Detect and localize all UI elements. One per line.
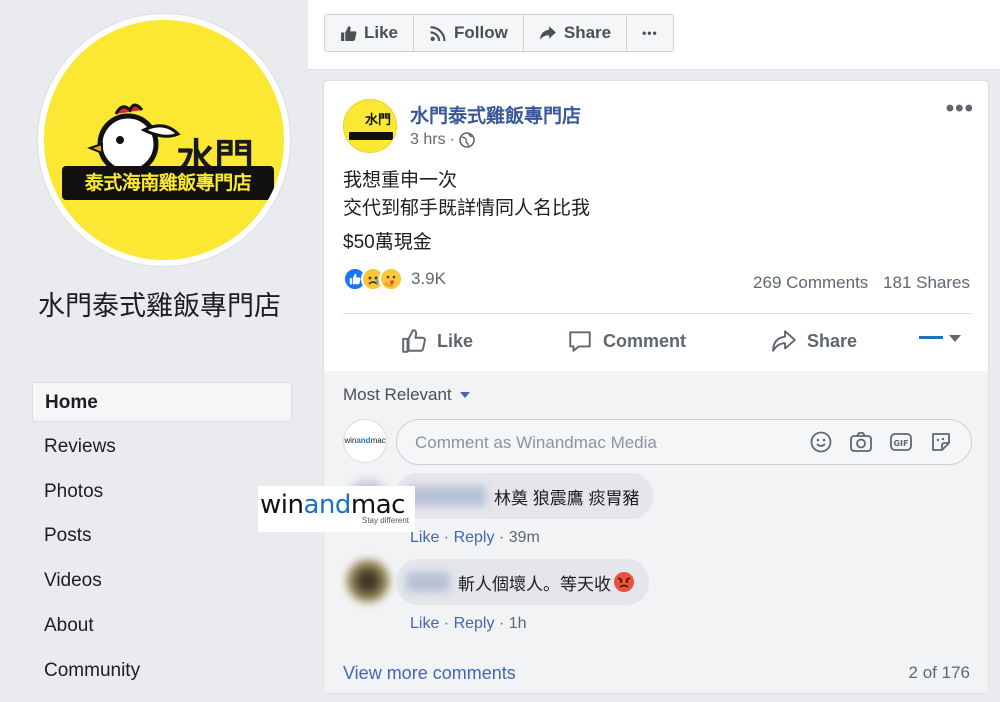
svg-text:GIF: GIF xyxy=(893,439,908,448)
nav-item-posts[interactable]: Posts xyxy=(32,516,292,556)
thumbs-up-icon xyxy=(341,25,357,41)
commenter-avatar-blurred[interactable] xyxy=(346,559,390,603)
commenter-name-blurred[interactable] xyxy=(406,572,450,592)
comments-section: Most Relevant winandmac GIF 林奠 狼震鷹 痰胃豬 L… xyxy=(324,371,988,693)
post-time[interactable]: 3 hrs xyxy=(410,131,446,149)
post-line: $50萬現金 xyxy=(343,232,432,253)
share-outline-icon xyxy=(772,330,796,352)
angry-emoji-icon xyxy=(614,572,634,592)
post-comment-button[interactable]: Comment xyxy=(567,328,686,354)
avatar-logo-text: 水門 xyxy=(365,113,392,128)
emoji-icon[interactable] xyxy=(809,430,833,454)
me-avatar-text-a: win xyxy=(344,436,357,445)
thumbs-up-outline-icon xyxy=(402,329,426,353)
post-action-row: Like Comment Share xyxy=(343,315,971,367)
comment-box[interactable]: GIF xyxy=(396,419,972,465)
post-card: 水門 水門泰式雞飯專門店 3 hrs · ••• 我想重申一次 交代到郁手既詳情… xyxy=(323,80,989,694)
current-user-avatar[interactable]: winandmac xyxy=(343,419,387,463)
page-like-label: Like xyxy=(364,23,399,42)
post-like-button[interactable]: Like xyxy=(401,328,473,354)
post-comment-label: Comment xyxy=(603,330,687,351)
comment-bubble-icon xyxy=(569,331,591,352)
post-like-label: Like xyxy=(437,330,474,351)
sort-label: Most Relevant xyxy=(343,385,452,404)
watermark-tagline: Stay different xyxy=(362,516,409,525)
comment-bubble: 斬人個壞人。等天收 xyxy=(396,559,649,605)
post-options-button[interactable]: ••• xyxy=(946,95,974,123)
caret-down-icon xyxy=(459,392,470,398)
nav-item-reviews[interactable]: Reviews xyxy=(32,427,292,467)
post-author-name[interactable]: 水門泰式雞飯專門店 xyxy=(410,101,581,128)
post-body: 我想重申一次 交代到郁手既詳情同人名比我 $50萬現金 xyxy=(343,167,590,257)
winandmac-mini-logo-icon xyxy=(919,336,943,339)
comment-bubble: 林奠 狼震鷹 痰胃豬 xyxy=(396,473,654,519)
gif-icon[interactable]: GIF xyxy=(889,430,913,454)
chevron-down-icon xyxy=(949,334,961,342)
post-share-button[interactable]: Share xyxy=(771,329,857,353)
rss-follow-icon xyxy=(430,25,446,41)
page-action-buttons: Like Follow Share ••• xyxy=(324,14,674,52)
comment-actions: Like · Reply · 39m xyxy=(410,529,540,546)
me-avatar-text-b: and xyxy=(356,436,371,445)
comment-text: 林奠 狼震鷹 痰胃豬 xyxy=(494,488,640,508)
follow-label: Follow xyxy=(454,23,508,42)
care-reaction-icon xyxy=(379,267,403,291)
comment-like-link[interactable]: Like xyxy=(410,615,439,632)
comment-time[interactable]: 39m xyxy=(509,529,540,546)
page-nav: Home Reviews Photos Posts Videos About C… xyxy=(32,382,292,696)
page-profile-picture[interactable]: 水門 泰式海南雞飯專門店 xyxy=(38,14,290,266)
watermark-and: and xyxy=(303,490,351,520)
comment-reply-link[interactable]: Reply xyxy=(454,615,495,632)
divider xyxy=(343,313,971,314)
left-column: 水門 泰式海南雞飯專門店 水門泰式雞飯專門店 Home Reviews Phot… xyxy=(0,0,308,702)
post-line: 我想重申一次 xyxy=(343,170,458,191)
post-stats: 269 Comments 181 Shares xyxy=(753,273,970,293)
post-as-selector[interactable] xyxy=(919,333,961,343)
comment-text: 斬人個壞人。等天收 xyxy=(458,574,611,594)
comment-input[interactable] xyxy=(415,430,795,456)
me-avatar-text-c: mac xyxy=(370,436,386,445)
comment-reply-link[interactable]: Reply xyxy=(454,529,495,546)
post-line: 交代到郁手既詳情同人名比我 xyxy=(343,198,591,219)
comments-pager: 2 of 176 xyxy=(908,663,970,682)
comment-sort-dropdown[interactable]: Most Relevant xyxy=(343,385,470,405)
view-more-comments-link[interactable]: View more comments xyxy=(343,663,516,684)
sticker-icon[interactable] xyxy=(929,430,953,454)
page-more-button[interactable]: ••• xyxy=(627,15,673,51)
comment-actions: Like · Reply · 1h xyxy=(410,615,527,632)
winandmac-watermark: winandmac Stay different xyxy=(258,486,415,532)
globe-icon xyxy=(459,132,475,148)
comment-time[interactable]: 1h xyxy=(509,615,527,632)
nav-item-videos[interactable]: Videos xyxy=(32,561,292,601)
nav-item-about[interactable]: About xyxy=(32,606,292,646)
nav-item-home[interactable]: Home xyxy=(32,382,292,422)
reactions-count: 3.9K xyxy=(411,269,446,288)
watermark-win: win xyxy=(260,490,304,520)
page-action-bar: Like Follow Share ••• xyxy=(308,0,1000,70)
profile-logo: 水門 泰式海南雞飯專門店 xyxy=(44,20,284,260)
comment-input-tools: GIF xyxy=(809,430,953,454)
reactions-summary[interactable]: 3.9K xyxy=(343,267,446,291)
post-timestamp: 3 hrs · xyxy=(410,131,475,149)
more-dots-label: ••• xyxy=(642,26,658,40)
page-like-button[interactable]: Like xyxy=(325,15,415,51)
page-title: 水門泰式雞飯專門店 xyxy=(38,291,281,321)
commenter-name-blurred[interactable] xyxy=(406,486,486,506)
page-share-button[interactable]: Share xyxy=(524,15,628,51)
post-author-avatar[interactable]: 水門 xyxy=(343,99,397,153)
logo-sub-text: 泰式海南雞飯專門店 xyxy=(62,166,274,200)
nav-item-photos[interactable]: Photos xyxy=(32,472,292,512)
page-share-label: Share xyxy=(563,23,612,42)
meta-separator: · xyxy=(449,131,455,148)
comments-count[interactable]: 269 Comments xyxy=(753,273,868,292)
nav-item-community[interactable]: Community xyxy=(32,651,292,691)
post-share-label: Share xyxy=(807,330,858,351)
share-arrow-icon xyxy=(539,26,556,40)
shares-count[interactable]: 181 Shares xyxy=(883,273,970,292)
camera-icon[interactable] xyxy=(849,430,873,454)
follow-button[interactable]: Follow xyxy=(414,15,524,51)
avatar-logo-bar xyxy=(349,132,393,140)
